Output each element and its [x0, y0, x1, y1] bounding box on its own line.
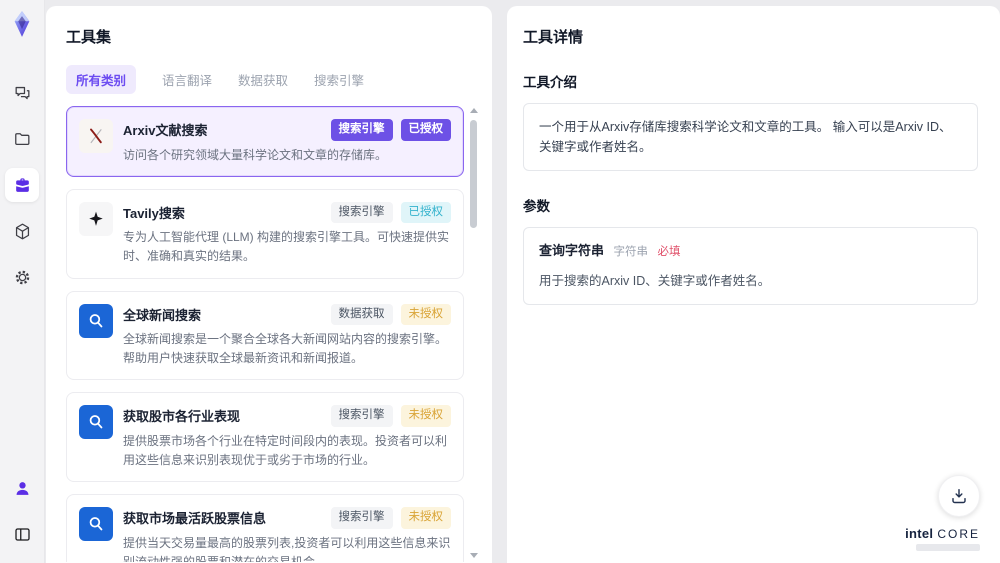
category-badge: 搜索引擎 — [330, 507, 393, 529]
left-rail — [0, 0, 45, 563]
sidebar-item-packages[interactable] — [5, 214, 39, 248]
tool-description: 专为人工智能代理 (LLM) 构建的搜索引擎工具。可快速提供实时、准确和真实的结… — [123, 230, 450, 264]
param-type: 字符串 — [613, 246, 649, 258]
stock-search-icon — [79, 405, 113, 440]
toolset-title: 工具集 — [66, 29, 112, 46]
status-badge: 未授权 — [400, 303, 451, 326]
scrollbar-thumb[interactable] — [470, 120, 477, 228]
tool-card-global-news[interactable]: 全球新闻搜索 数据获取 未授权 全球新闻搜索是一个聚合全球各大新闻网站内容的搜索… — [66, 290, 464, 381]
download-button[interactable] — [938, 475, 980, 517]
user-avatar[interactable] — [5, 471, 39, 505]
category-badge: 搜索引擎 — [330, 405, 393, 427]
gear-icon — [15, 270, 29, 284]
toolbox-icon — [15, 177, 29, 192]
tool-name: 全球新闻搜索 — [123, 307, 202, 323]
sidebar-item-toolset[interactable] — [5, 168, 39, 202]
folder-icon — [14, 132, 29, 145]
scroll-down-icon[interactable] — [469, 553, 478, 558]
panel-toggle-icon — [14, 527, 30, 541]
tool-description: 访问各个研究领域大量科学论文和文章的存储库。 — [123, 147, 388, 162]
tool-card-most-active-stocks[interactable]: 获取市场最活跃股票信息 搜索引擎 未授权 提供当天交易量最高的股票列表,投资者可… — [66, 494, 464, 562]
category-tabs: 所有类别 语言翻译 数据获取 搜索引擎 — [66, 65, 478, 94]
brand-subtext — [916, 544, 980, 551]
cube-icon — [15, 223, 29, 239]
category-badge: 搜索引擎 — [330, 201, 393, 224]
intel-core-logo: intel core — [905, 526, 980, 551]
param-name: 查询字符串 — [539, 243, 605, 258]
tool-card-arxiv[interactable]: Arxiv文献搜索 搜索引擎 已授权 访问各个研究领域大量科学论文和文章的存储库… — [66, 106, 464, 177]
tab-language-translation[interactable]: 语言翻译 — [162, 65, 212, 94]
tool-name: 获取市场最活跃股票信息 — [123, 511, 267, 527]
param-header: 查询字符串 字符串 必填 — [539, 241, 962, 262]
param-description: 用于搜索的Arxiv ID、关键字或作者姓名。 — [539, 273, 771, 288]
status-badge: 已授权 — [400, 201, 451, 224]
status-badge: 未授权 — [400, 405, 451, 427]
chat-icon — [15, 86, 29, 99]
intro-text: 一个用于从Arxiv存储库搜索科学论文和文章的工具。 输入可以是Arxiv ID… — [539, 120, 952, 154]
intro-box: 一个用于从Arxiv存储库搜索科学论文和文章的工具。 输入可以是Arxiv ID… — [523, 103, 978, 171]
sidebar-item-files[interactable] — [5, 122, 39, 156]
category-badge: 数据获取 — [330, 303, 393, 326]
user-avatar-icon — [16, 481, 28, 495]
tab-search-engine[interactable]: 搜索引擎 — [314, 65, 364, 94]
category-badge: 搜索引擎 — [330, 119, 393, 141]
tool-description: 提供股票市场各个行业在特定时间段内的表现。投资者可以利用这些信息来识别表现优于或… — [123, 433, 448, 468]
news-search-icon — [79, 303, 113, 338]
app-window: 工具集 所有类别 语言翻译 数据获取 搜索引擎 Arxiv文献搜索 搜索引擎 已… — [0, 0, 1000, 563]
scroll-up-icon[interactable] — [469, 108, 478, 113]
tool-name: Arxiv文献搜索 — [123, 123, 208, 138]
brand-intel: intel — [905, 526, 934, 541]
tab-all-categories[interactable]: 所有类别 — [66, 65, 137, 94]
stock-search-icon — [79, 507, 113, 542]
list-scrollbar[interactable] — [469, 108, 478, 562]
tool-name: 获取股市各行业表现 — [123, 409, 241, 425]
tool-list: Arxiv文献搜索 搜索引擎 已授权 访问各个研究领域大量科学论文和文章的存储库… — [66, 106, 478, 562]
tool-detail-panel: 工具详情 工具介绍 一个用于从Arxiv存储库搜索科学论文和文章的工具。 输入可… — [507, 6, 1000, 563]
param-required-flag: 必填 — [657, 246, 681, 258]
sidebar-item-settings[interactable] — [5, 260, 39, 294]
param-box: 查询字符串 字符串 必填 用于搜索的Arxiv ID、关键字或作者姓名。 — [523, 227, 978, 305]
sidebar-item-chat[interactable] — [5, 76, 39, 110]
download-icon — [952, 489, 966, 504]
status-badge: 已授权 — [400, 119, 451, 141]
arxiv-icon — [79, 119, 113, 153]
tab-data-fetch[interactable]: 数据获取 — [238, 65, 288, 94]
brand-core: core — [937, 527, 980, 541]
tavily-icon — [79, 201, 113, 236]
detail-title: 工具详情 — [523, 29, 584, 46]
panel-toggle-button[interactable] — [5, 517, 39, 551]
intro-heading: 工具介绍 — [523, 75, 577, 90]
app-logo-icon[interactable] — [8, 10, 36, 38]
tool-card-tavily[interactable]: Tavily搜索 搜索引擎 已授权 专为人工智能代理 (LLM) 构建的搜索引擎… — [66, 188, 464, 279]
tool-description: 提供当天交易量最高的股票列表,投资者可以利用这些信息来识别流动性强的股票和潜在的… — [123, 535, 451, 562]
tool-name: Tavily搜索 — [123, 205, 185, 221]
toolset-panel: 工具集 所有类别 语言翻译 数据获取 搜索引擎 Arxiv文献搜索 搜索引擎 已… — [46, 6, 492, 563]
params-heading: 参数 — [523, 199, 550, 214]
tool-card-sector-performance[interactable]: 获取股市各行业表现 搜索引擎 未授权 提供股票市场各个行业在特定时间段内的表现。… — [66, 392, 464, 483]
status-badge: 未授权 — [400, 507, 451, 529]
tool-description: 全球新闻搜索是一个聚合全球各大新闻网站内容的搜索引擎。帮助用户快速获取全球最新资… — [123, 332, 448, 366]
